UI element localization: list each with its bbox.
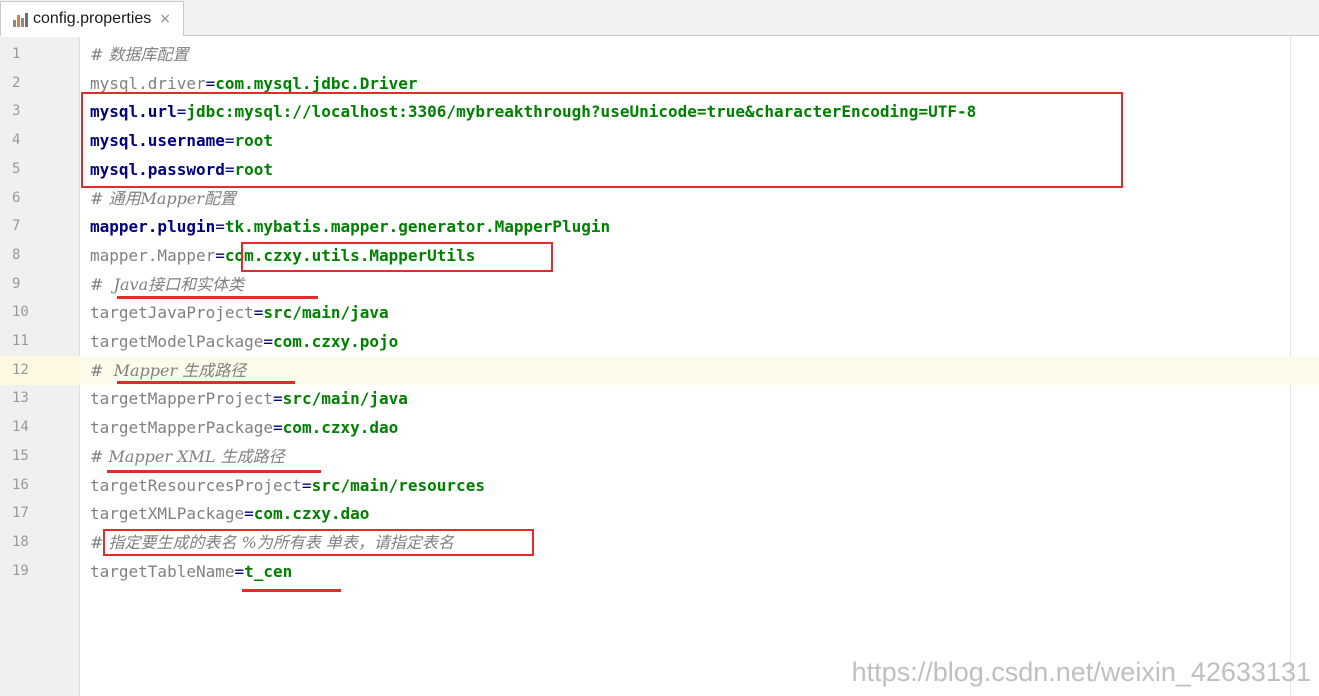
comment-text: # Java接口和实体类: [90, 274, 245, 294]
property-value: t_cen: [244, 561, 293, 581]
annotation-underline-mapper: [117, 381, 295, 384]
property-separator: =: [273, 389, 283, 409]
line-number: 13: [12, 390, 29, 407]
property-key: targetMapperProject: [90, 389, 274, 409]
line-number: 14: [12, 419, 29, 436]
property-value: com.czxy.pojo: [273, 332, 399, 351]
property-value: com.czxy.dao: [253, 504, 370, 524]
watermark: https://blog.csdn.net/weixin_42633131: [851, 657, 1311, 687]
annotation-box-db-credentials: [81, 92, 1123, 188]
line-content[interactable]: # Java接口和实体类: [90, 270, 244, 299]
line-content[interactable]: targetMapperProject=src/main/java: [90, 384, 408, 413]
property-value: src/main/java: [282, 389, 408, 409]
property-key: targetMapperPackage: [90, 418, 274, 438]
tab-config-properties[interactable]: config.properties ×: [0, 1, 184, 36]
line-number: 2: [12, 74, 21, 91]
annotation-underline-java: [117, 296, 318, 299]
line-number: 11: [12, 333, 29, 349]
property-key: targetResourcesProject: [90, 475, 302, 495]
line-number: 17: [12, 505, 29, 522]
line-content[interactable]: targetResourcesProject=src/main/resource…: [90, 471, 485, 500]
code-line[interactable]: 7 mapper.plugin=tk.mybatis.mapper.generat…: [0, 212, 1319, 241]
line-number: 19: [12, 562, 29, 579]
property-key: targetXMLPackage: [90, 504, 245, 524]
line-number: 1: [12, 46, 21, 62]
line-content[interactable]: # Mapper XML 生成路径: [90, 442, 285, 471]
code-line[interactable]: 16 targetResourcesProject=src/main/resour…: [0, 471, 1319, 500]
property-value: com.mysql.jdbc.Driver: [215, 73, 418, 93]
property-key: mapper.plugin: [90, 217, 216, 237]
property-separator: =: [234, 561, 245, 581]
property-key: targetJavaProject: [90, 303, 254, 323]
property-key: mysql.driver: [90, 73, 206, 93]
annotation-underline-mapper-xml: [107, 470, 321, 473]
line-number: 18: [12, 533, 29, 550]
property-separator: =: [263, 332, 274, 351]
line-content[interactable]: targetMapperPackage=com.czxy.dao: [90, 413, 398, 442]
comment-text: # 通用Mapper配置: [90, 188, 237, 208]
line-content[interactable]: targetJavaProject=src/main/java: [90, 298, 389, 327]
line-number: 15: [12, 447, 29, 464]
property-separator: =: [205, 73, 216, 93]
comment-text: # Mapper 生成路径: [90, 360, 247, 380]
code-line[interactable]: 13 targetMapperProject=src/main/java: [0, 384, 1319, 413]
properties-file-icon: [13, 11, 28, 28]
property-key: targetTableName: [90, 561, 235, 581]
property-separator: =: [253, 303, 264, 323]
line-number: 16: [12, 476, 29, 493]
code-line[interactable]: 15 # Mapper XML 生成路径: [0, 442, 1319, 471]
annotation-box-table-comment: [103, 529, 534, 556]
line-content[interactable]: # 数据库配置: [90, 40, 189, 69]
annotation-box-mapper-utils: [241, 242, 553, 272]
comment-text: # Mapper XML 生成路径: [90, 446, 285, 466]
line-number: 7: [12, 218, 21, 235]
code-line[interactable]: 9 # Java接口和实体类: [0, 270, 1319, 299]
comment-text: # 数据库配置: [90, 45, 189, 64]
property-separator: =: [301, 475, 312, 495]
line-number: 6: [12, 189, 21, 206]
property-key: mapper.Mapper: [90, 245, 216, 265]
line-content[interactable]: targetModelPackage=com.czxy.pojo: [90, 327, 398, 356]
property-key: targetModelPackage: [90, 332, 264, 351]
line-number: 4: [12, 132, 21, 149]
code-line[interactable]: 14 targetMapperPackage=com.czxy.dao: [0, 413, 1319, 442]
property-value: src/main/resources: [311, 475, 485, 495]
property-value: tk.mybatis.mapper.generator.MapperPlugin: [224, 217, 611, 237]
editor-tab-bar: config.properties ×: [0, 0, 1319, 36]
line-content[interactable]: targetTableName=t_cen: [90, 557, 292, 586]
property-separator: =: [215, 217, 225, 237]
line-content[interactable]: mapper.plugin=tk.mybatis.mapper.generato…: [90, 212, 610, 241]
property-separator: =: [244, 504, 254, 524]
line-number: 12: [0, 355, 80, 385]
property-value: com.czxy.dao: [282, 418, 399, 438]
line-number: 8: [12, 246, 21, 263]
property-value: src/main/java: [263, 303, 389, 323]
line-number: 9: [12, 275, 21, 292]
line-number: 3: [12, 103, 21, 120]
line-content[interactable]: targetXMLPackage=com.czxy.dao: [90, 499, 369, 528]
code-line[interactable]: 10 targetJavaProject=src/main/java: [0, 298, 1319, 327]
property-separator: =: [273, 418, 283, 438]
code-line[interactable]: 1 # 数据库配置: [0, 40, 1319, 69]
code-line[interactable]: 19 targetTableName=t_cen: [0, 557, 1319, 586]
property-separator: =: [215, 245, 225, 265]
annotation-underline-table-name: [242, 589, 341, 592]
code-line[interactable]: 17 targetXMLPackage=com.czxy.dao: [0, 499, 1319, 528]
tab-label: config.properties: [33, 10, 152, 27]
close-icon[interactable]: ×: [159, 11, 171, 27]
code-line[interactable]: 11 targetModelPackage=com.czxy.pojo: [0, 327, 1319, 356]
line-number: 5: [12, 160, 21, 177]
code-line[interactable]: 8 mapper.Mapper=com.czxy.utils.MapperUtil…: [0, 241, 1319, 270]
line-number: 10: [12, 304, 29, 321]
